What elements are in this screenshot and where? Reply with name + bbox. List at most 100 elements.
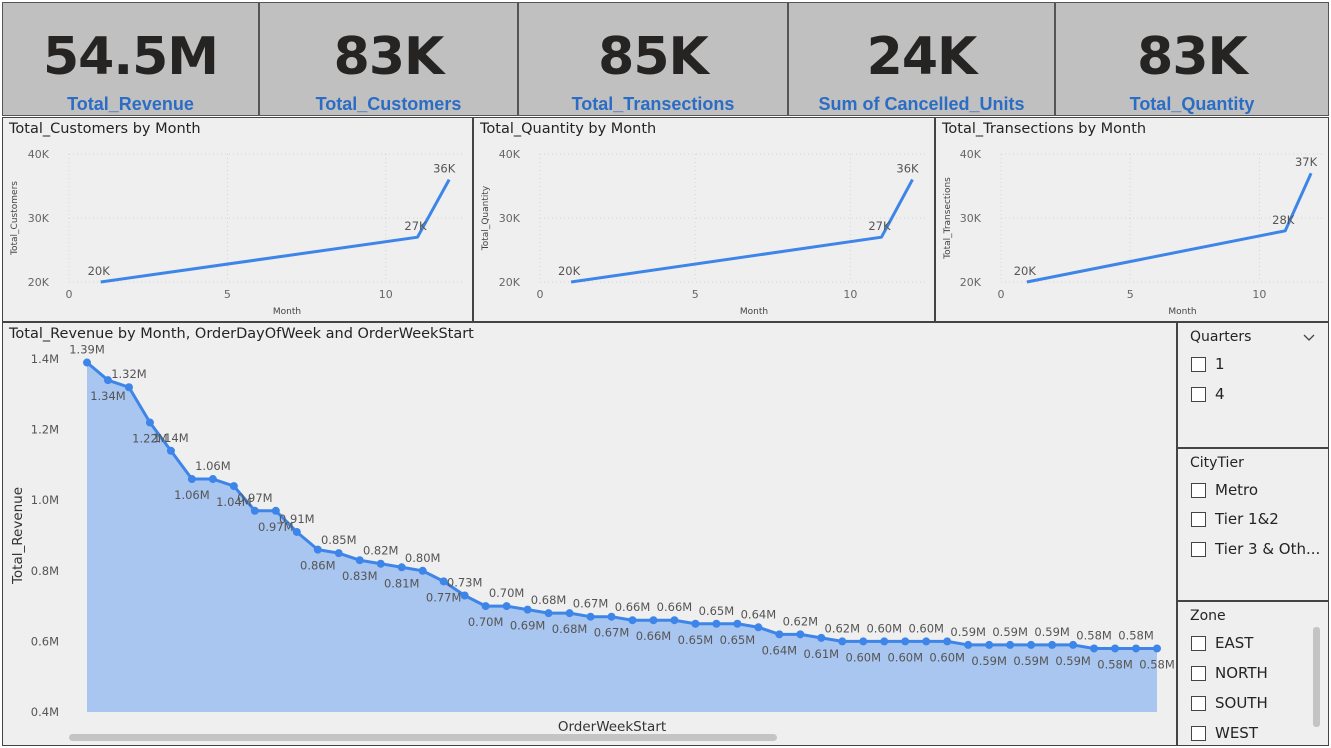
data-label: 20K bbox=[1014, 264, 1037, 278]
data-label: 0.65M bbox=[720, 633, 756, 647]
y-tick-label: 20K bbox=[499, 276, 521, 289]
data-label: 20K bbox=[558, 264, 581, 278]
kpi-label: Total_Quantity bbox=[1129, 94, 1255, 114]
data-label: 37K bbox=[1295, 155, 1318, 169]
chart-transections-by-month[interactable]: Total_Transections by Month 20K 30K 40K 0 5 1… bbox=[935, 117, 1329, 322]
kpi-value: 24K bbox=[866, 27, 978, 87]
data-point bbox=[83, 358, 91, 367]
data-label: 0.60M bbox=[866, 621, 902, 635]
slicer-quarters[interactable]: Quarters 1 4 bbox=[1177, 322, 1329, 448]
kpi-value: 83K bbox=[1137, 27, 1248, 87]
data-point bbox=[901, 637, 910, 646]
quantity-line-chart[interactable]: 20K 30K 40K 0 5 10 Month Total_Quantity 20K 27K 36… bbox=[474, 118, 934, 321]
chevron-down-icon[interactable] bbox=[1302, 329, 1316, 341]
data-label: 36K bbox=[433, 162, 456, 176]
data-label: 0.81M bbox=[384, 576, 420, 590]
data-label: 0.59M bbox=[950, 625, 986, 639]
y-tick-label: 1.0M bbox=[31, 493, 59, 507]
checkbox[interactable] bbox=[1191, 541, 1206, 557]
data-point bbox=[145, 418, 154, 427]
chart-customers-by-month[interactable]: Total_Customers by Month 20K 30K 40K 0 5 10 Mo… bbox=[2, 117, 473, 322]
data-label: 0.61M bbox=[804, 647, 840, 661]
data-point bbox=[859, 637, 868, 646]
y-tick-label: 40K bbox=[28, 148, 50, 161]
x-tick-label: 5 bbox=[1127, 288, 1134, 301]
customers-line-chart[interactable]: 20K 30K 40K 0 5 10 Month Total_Customers 20K 27K 3… bbox=[3, 118, 472, 321]
kpi-card-total-transections[interactable]: 85K Total_Transections bbox=[518, 2, 788, 116]
data-point bbox=[1027, 640, 1036, 649]
data-point bbox=[124, 383, 133, 392]
slicer-citytier[interactable]: CityTier Metro Tier 1&2 Tier 3 & Oth... bbox=[1177, 448, 1329, 601]
kpi-label: Total_Revenue bbox=[67, 94, 194, 114]
x-tick-label: 10 bbox=[843, 288, 857, 301]
slicer-option-west[interactable]: WEST bbox=[1191, 723, 1258, 743]
option-label: 4 bbox=[1215, 385, 1225, 403]
data-label: 1.06M bbox=[195, 459, 231, 473]
kpi-card-cancelled-units[interactable]: 24K Sum of Cancelled_Units bbox=[788, 2, 1055, 116]
y-tick-label: 30K bbox=[499, 212, 521, 225]
option-label: EAST bbox=[1215, 634, 1254, 652]
kpi-card-total-revenue[interactable]: 54.5M Total_Revenue bbox=[2, 2, 259, 116]
vertical-scrollbar[interactable] bbox=[1313, 627, 1320, 727]
slicer-option-north[interactable]: NORTH bbox=[1191, 663, 1268, 683]
kpi-card-total-quantity[interactable]: 83K Total_Quantity bbox=[1055, 2, 1329, 116]
slicer-option-south[interactable]: SOUTH bbox=[1191, 693, 1268, 713]
slicer-zone[interactable]: Zone EAST NORTH SOUTH WEST bbox=[1177, 601, 1329, 746]
data-label: 0.59M bbox=[1013, 654, 1049, 668]
data-label: 0.60M bbox=[846, 650, 882, 664]
x-axis-title: OrderWeekStart bbox=[558, 719, 666, 735]
kpi-card-total-customers[interactable]: 83K Total_Customers bbox=[259, 2, 518, 116]
y-tick-label: 40K bbox=[499, 148, 521, 161]
y-axis-title: Total_Customers bbox=[10, 181, 20, 256]
slicer-option-east[interactable]: EAST bbox=[1191, 633, 1253, 653]
checkbox[interactable] bbox=[1191, 511, 1206, 527]
y-tick-label: 0.6M bbox=[31, 634, 59, 648]
chart-revenue[interactable]: Total_Revenue by Month, OrderDayOfWeek a… bbox=[2, 322, 1177, 746]
data-point bbox=[334, 549, 343, 558]
data-point bbox=[880, 637, 889, 646]
horizontal-scrollbar[interactable] bbox=[69, 734, 777, 741]
x-tick-label: 0 bbox=[66, 288, 73, 301]
slicer-option-metro[interactable]: Metro bbox=[1191, 480, 1258, 500]
chart-quantity-by-month[interactable]: Total_Quantity by Month 20K 30K 40K 0 5 10 Mon… bbox=[473, 117, 935, 322]
data-label: 0.58M bbox=[1139, 657, 1175, 671]
y-tick-label: 30K bbox=[960, 212, 982, 225]
x-tick-label: 10 bbox=[1252, 288, 1266, 301]
data-label: 0.62M bbox=[783, 614, 819, 628]
data-label: 0.68M bbox=[531, 593, 567, 607]
checkbox[interactable] bbox=[1191, 665, 1206, 681]
y-axis-title: Total_Revenue bbox=[10, 487, 26, 585]
data-label: 0.70M bbox=[468, 615, 504, 629]
data-label: 0.64M bbox=[741, 607, 777, 621]
data-point bbox=[1153, 644, 1161, 653]
data-point bbox=[628, 616, 637, 625]
y-tick-label: 40K bbox=[960, 148, 982, 161]
data-point bbox=[250, 506, 259, 515]
transections-line-chart[interactable]: 20K 30K 40K 0 5 10 Month Total_Transections 20K 2… bbox=[936, 118, 1328, 321]
data-label: 1.34M bbox=[90, 389, 126, 403]
data-label: 0.67M bbox=[573, 597, 609, 611]
slicer-option-tier-1-2[interactable]: Tier 1&2 bbox=[1191, 509, 1279, 529]
revenue-area-chart[interactable]: 0.4M 0.6M 0.8M 1.0M 1.2M 1.4M 1.39M 1.34M 1.32M 1… bbox=[3, 323, 1176, 745]
data-point bbox=[1132, 644, 1141, 653]
slicer-option-4[interactable]: 4 bbox=[1191, 384, 1225, 404]
slicer-option-1[interactable]: 1 bbox=[1191, 354, 1225, 374]
checkbox[interactable] bbox=[1191, 725, 1206, 741]
data-label: 0.69M bbox=[510, 619, 546, 633]
checkbox[interactable] bbox=[1191, 482, 1206, 498]
data-label: 0.58M bbox=[1118, 628, 1154, 642]
checkbox[interactable] bbox=[1191, 635, 1206, 651]
checkbox[interactable] bbox=[1191, 356, 1206, 372]
data-label: 0.80M bbox=[405, 551, 441, 565]
data-label: 0.73M bbox=[447, 576, 483, 590]
data-label: 0.60M bbox=[908, 621, 944, 635]
x-axis-title: Month bbox=[273, 307, 301, 317]
data-point bbox=[670, 616, 679, 625]
x-tick-label: 5 bbox=[692, 288, 699, 301]
slicer-option-tier-3[interactable]: Tier 3 & Oth... bbox=[1191, 539, 1320, 559]
checkbox[interactable] bbox=[1191, 695, 1206, 711]
data-point bbox=[964, 640, 973, 649]
data-label: 0.86M bbox=[300, 559, 336, 573]
data-point bbox=[775, 630, 784, 639]
checkbox[interactable] bbox=[1191, 386, 1206, 402]
